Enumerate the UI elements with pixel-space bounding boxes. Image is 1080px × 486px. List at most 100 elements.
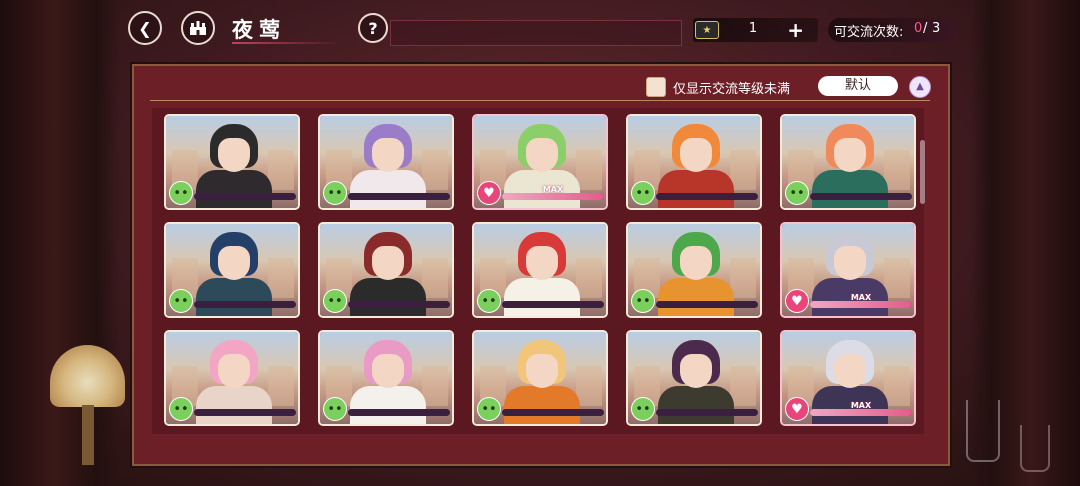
character-card[interactable]: ♥ MAX [472, 114, 608, 210]
character-outfit [812, 170, 888, 208]
background-building [730, 258, 756, 298]
character-face [218, 354, 250, 388]
character-face [218, 138, 250, 172]
lamp-stand [82, 405, 94, 465]
character-face [834, 138, 866, 172]
background-building [422, 258, 448, 298]
neutral-face-icon: •• [169, 181, 193, 205]
heart-face-icon: ♥ [785, 289, 809, 313]
character-face [680, 246, 712, 280]
affection-bar [348, 409, 450, 416]
title-frame [390, 20, 682, 46]
character-card[interactable]: •• [472, 222, 608, 318]
neutral-face-icon: •• [169, 289, 193, 313]
character-outfit [196, 170, 272, 208]
character-card[interactable]: •• [472, 330, 608, 426]
ticket-icon: ★ [695, 21, 719, 39]
character-outfit [350, 386, 426, 424]
character-face [526, 138, 558, 172]
character-face [834, 246, 866, 280]
character-card[interactable]: •• [626, 222, 762, 318]
neutral-face-icon: •• [631, 289, 655, 313]
character-card[interactable]: •• [626, 114, 762, 210]
affection-bar [194, 409, 296, 416]
affection-bar [194, 301, 296, 308]
character-face [834, 354, 866, 388]
page-title: 夜莺 [232, 17, 286, 42]
affection-bar [348, 193, 450, 200]
exchange-max: 3 [932, 21, 941, 36]
character-outfit [658, 386, 734, 424]
character-outfit [196, 386, 272, 424]
character-face [526, 246, 558, 280]
background-building [422, 150, 448, 190]
character-card[interactable]: •• [318, 330, 454, 426]
neutral-face-icon: •• [477, 397, 501, 421]
neutral-face-icon: •• [323, 181, 347, 205]
character-face [680, 138, 712, 172]
back-arrow-icon[interactable]: ❮ [128, 11, 162, 45]
background-building [268, 258, 294, 298]
affection-fill [810, 409, 912, 416]
character-outfit [350, 170, 426, 208]
heart-face-icon: ♥ [785, 397, 809, 421]
character-outfit [196, 278, 272, 316]
exchange-counter: 可交流次数: 0 / 3 [828, 18, 958, 42]
neutral-face-icon: •• [631, 397, 655, 421]
scrollbar[interactable] [920, 140, 925, 204]
add-ticket-button[interactable]: + [787, 18, 804, 42]
character-face [372, 246, 404, 280]
affection-fill [810, 301, 912, 308]
filter-checkbox[interactable] [646, 77, 666, 97]
character-outfit [504, 386, 580, 424]
title-underline [232, 42, 342, 44]
affection-bar [656, 409, 758, 416]
character-face [680, 354, 712, 388]
character-card[interactable]: •• [318, 222, 454, 318]
affection-bar [656, 301, 758, 308]
top-bar: ❮ 夜莺 ? ★ 1 + 可交流次数: 0 / 3 [0, 0, 1080, 58]
neutral-face-icon: •• [477, 289, 501, 313]
character-face [372, 138, 404, 172]
background-building [576, 150, 602, 190]
question-icon[interactable]: ? [358, 13, 388, 43]
character-card[interactable]: •• [318, 114, 454, 210]
character-card[interactable]: ♥ MAX [780, 330, 916, 426]
background-building [884, 150, 910, 190]
character-card[interactable]: •• [164, 330, 300, 426]
exchange-current: 0 [914, 21, 923, 36]
exchange-separator: / [923, 21, 928, 36]
heart-face-icon: ♥ [477, 181, 501, 205]
affection-bar [348, 301, 450, 308]
background-building [268, 366, 294, 406]
affection-bar [810, 301, 912, 308]
background-building [730, 366, 756, 406]
affection-fill [502, 193, 604, 200]
filter-label[interactable]: 仅显示交流等级未满 [673, 78, 790, 97]
divider [150, 100, 930, 101]
character-card[interactable]: •• [164, 114, 300, 210]
castle-home-icon[interactable] [181, 11, 215, 45]
background-building [422, 366, 448, 406]
neutral-face-icon: •• [631, 181, 655, 205]
character-card[interactable]: •• [626, 330, 762, 426]
water-glass [1020, 425, 1050, 472]
character-card[interactable]: •• [780, 114, 916, 210]
neutral-face-icon: •• [785, 181, 809, 205]
character-card[interactable]: ♥ MAX [780, 222, 916, 318]
exchange-label: 可交流次数: [834, 25, 904, 40]
character-card[interactable]: •• [164, 222, 300, 318]
character-outfit [350, 278, 426, 316]
background-building [884, 366, 910, 406]
neutral-face-icon: •• [323, 397, 347, 421]
character-face [526, 354, 558, 388]
affection-bar [656, 193, 758, 200]
character-outfit [658, 170, 734, 208]
background-building [576, 366, 602, 406]
affection-bar [502, 301, 604, 308]
sort-toggle-icon[interactable]: ▲ [909, 76, 931, 98]
character-face [218, 246, 250, 280]
sort-button[interactable]: 默认 [818, 76, 898, 96]
wine-glass [966, 400, 1000, 462]
affection-bar [810, 193, 912, 200]
